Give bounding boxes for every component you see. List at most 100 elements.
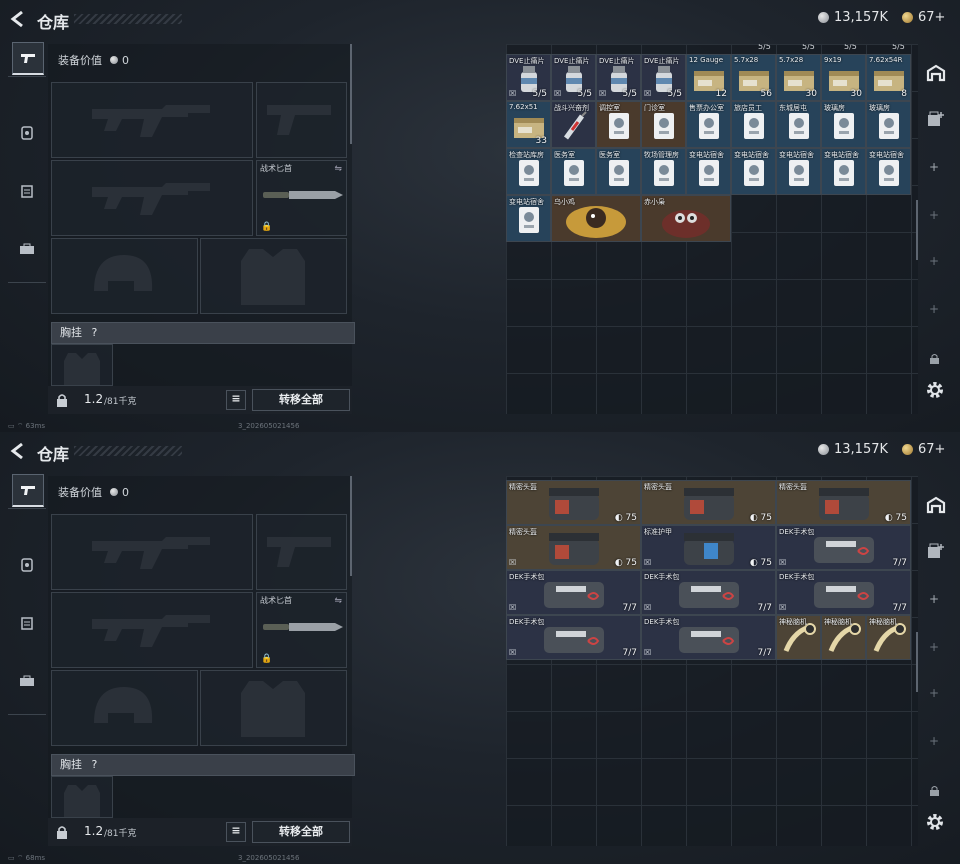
checked-box-icon[interactable]: ☒ [509, 648, 516, 657]
grid-item[interactable]: 变电站宿舍 [776, 148, 821, 195]
grid-item[interactable]: 精密头盔 ◐ 75 [506, 480, 641, 525]
knife-slot[interactable]: 战术匕首 ⇋ 🔒 [256, 592, 347, 668]
help-icon[interactable]: ? [92, 758, 98, 771]
grid-item[interactable]: 医务室 [551, 148, 596, 195]
gold-currency[interactable]: 67+ [902, 442, 945, 457]
back-arrow-icon[interactable] [8, 441, 30, 461]
checked-box-icon[interactable]: ☒ [644, 648, 651, 657]
add-tab-icon[interactable]: + [929, 640, 939, 654]
stash-tab[interactable] [923, 60, 949, 86]
chest-rig-header[interactable]: 胸挂 ? [51, 322, 355, 344]
grid-item[interactable]: DEK手术包 7/7 ☒ [506, 570, 641, 615]
sidebar-item-vest[interactable] [12, 550, 42, 580]
grid-item[interactable]: 玻璃房 [821, 101, 866, 148]
pistol-slot[interactable] [256, 514, 347, 590]
sidebar-item-weapons[interactable] [12, 42, 44, 75]
checked-box-icon[interactable]: ☒ [644, 558, 651, 567]
grid-item[interactable]: 变电站宿舍 [506, 195, 551, 242]
primary-weapon-slot[interactable] [51, 82, 253, 158]
knife-slot[interactable]: 战术匕首 ⇋ 🔒 [256, 160, 347, 236]
armor-slot[interactable] [200, 238, 347, 314]
equipment-scrollbar[interactable] [350, 476, 352, 576]
silver-currency[interactable]: 13,157K [818, 10, 888, 25]
grid-item[interactable]: 神秘脑机 [866, 615, 911, 660]
grid-item[interactable]: 变电站宿舍 [731, 148, 776, 195]
checked-box-icon[interactable]: ☒ [509, 89, 516, 98]
grid-item[interactable]: DEK手术包 7/7 ☒ [506, 615, 641, 660]
checked-box-icon[interactable]: ☒ [644, 603, 651, 612]
list-view-button[interactable]: ≡ [226, 390, 246, 410]
sidebar-item-pouch[interactable] [12, 176, 42, 206]
helmet-slot[interactable] [51, 238, 198, 314]
grid-item[interactable]: DVE止痛片 5/5 ☒ [506, 54, 551, 101]
add-tab-icon[interactable]: + [929, 254, 939, 268]
chest-rig-header[interactable]: 胸挂 ? [51, 754, 355, 776]
transfer-all-button[interactable]: 转移全部 [252, 389, 350, 411]
add-storage-tab[interactable] [923, 106, 949, 132]
grid-item[interactable]: DVE止痛片 5/5 ☒ [551, 54, 596, 101]
grid-item[interactable]: 旅店员工 [731, 101, 776, 148]
checked-box-icon[interactable]: ☒ [509, 603, 516, 612]
grid-item[interactable]: 精密头盔 ◐ 75 [641, 480, 776, 525]
add-storage-tab[interactable] [923, 538, 949, 564]
sidebar-item-pouch[interactable] [12, 608, 42, 638]
grid-item[interactable]: 变电站宿舍 [821, 148, 866, 195]
grid-scrollbar[interactable] [916, 632, 918, 692]
padlock-icon[interactable] [56, 393, 68, 407]
help-icon[interactable]: ? [92, 326, 98, 339]
grid-item[interactable]: DEK手术包 7/7 ☒ [641, 570, 776, 615]
grid-item[interactable]: 9x19 30 [821, 54, 866, 101]
add-tab-icon[interactable]: + [929, 160, 939, 174]
grid-item[interactable]: 售票办公室 [686, 101, 731, 148]
grid-item[interactable]: 赤小枭 [641, 195, 731, 242]
grid-scrollbar[interactable] [916, 200, 918, 260]
grid-item[interactable]: 东城居屯 [776, 101, 821, 148]
grid-item[interactable]: DEK手术包 7/7 ☒ [776, 570, 911, 615]
list-view-button[interactable]: ≡ [226, 822, 246, 842]
grid-item[interactable]: 神秘脑机 [821, 615, 866, 660]
stash-tab[interactable] [923, 492, 949, 518]
grid-item[interactable]: DVE止痛片 5/5 ☒ [641, 54, 686, 101]
checked-box-icon[interactable]: ☒ [779, 603, 786, 612]
grid-item[interactable]: DVE止痛片 5/5 ☒ [596, 54, 641, 101]
transfer-all-button[interactable]: 转移全部 [252, 821, 350, 843]
add-tab-icon[interactable]: + [929, 208, 939, 222]
grid-item[interactable]: 精密头盔 ◐ 75 ☒ [506, 525, 641, 570]
grid-item[interactable]: 标准护甲 ◐ 75 ☒ [641, 525, 776, 570]
chest-rig-slot[interactable] [51, 776, 113, 818]
grid-item[interactable]: DEK手术包 7/7 ☒ [776, 525, 911, 570]
add-tab-icon[interactable]: + [929, 734, 939, 748]
swap-icon[interactable]: ⇋ [334, 164, 342, 174]
sidebar-item-case[interactable] [12, 234, 42, 264]
chest-rig-slot[interactable] [51, 344, 113, 386]
checked-box-icon[interactable]: ☒ [509, 558, 516, 567]
grid-item[interactable]: 12 Gauge 12 [686, 54, 731, 101]
add-tab-icon[interactable]: + [929, 302, 939, 316]
grid-item[interactable]: 变电站宿舍 [686, 148, 731, 195]
settings-gear-icon[interactable] [925, 380, 945, 400]
grid-item[interactable]: 乌小鸡 [551, 195, 641, 242]
secondary-weapon-slot[interactable] [51, 592, 253, 668]
grid-item[interactable]: 7.62x51 33 [506, 101, 551, 148]
padlock-icon[interactable] [56, 825, 68, 839]
grid-item[interactable]: 牧场管理房 [641, 148, 686, 195]
grid-item[interactable]: 变电站宿舍 [866, 148, 911, 195]
secondary-weapon-slot[interactable] [51, 160, 253, 236]
checked-box-icon[interactable]: ☒ [779, 558, 786, 567]
grid-item[interactable]: 调控室 [596, 101, 641, 148]
silver-currency[interactable]: 13,157K [818, 442, 888, 457]
primary-weapon-slot[interactable] [51, 514, 253, 590]
grid-item[interactable]: 门诊室 [641, 101, 686, 148]
add-tab-icon[interactable]: + [929, 686, 939, 700]
grid-item[interactable]: 5.7x28 56 [731, 54, 776, 101]
grid-item[interactable]: 7.62x54R 8 [866, 54, 911, 101]
helmet-slot[interactable] [51, 670, 198, 746]
grid-item[interactable]: DEK手术包 7/7 ☒ [641, 615, 776, 660]
gold-currency[interactable]: 67+ [902, 10, 945, 25]
add-tab-icon[interactable]: + [929, 592, 939, 606]
pistol-slot[interactable] [256, 82, 347, 158]
sidebar-item-case[interactable] [12, 666, 42, 696]
grid-item[interactable]: 检查站库房 [506, 148, 551, 195]
checked-box-icon[interactable]: ☒ [554, 89, 561, 98]
grid-item[interactable]: 医务室 [596, 148, 641, 195]
